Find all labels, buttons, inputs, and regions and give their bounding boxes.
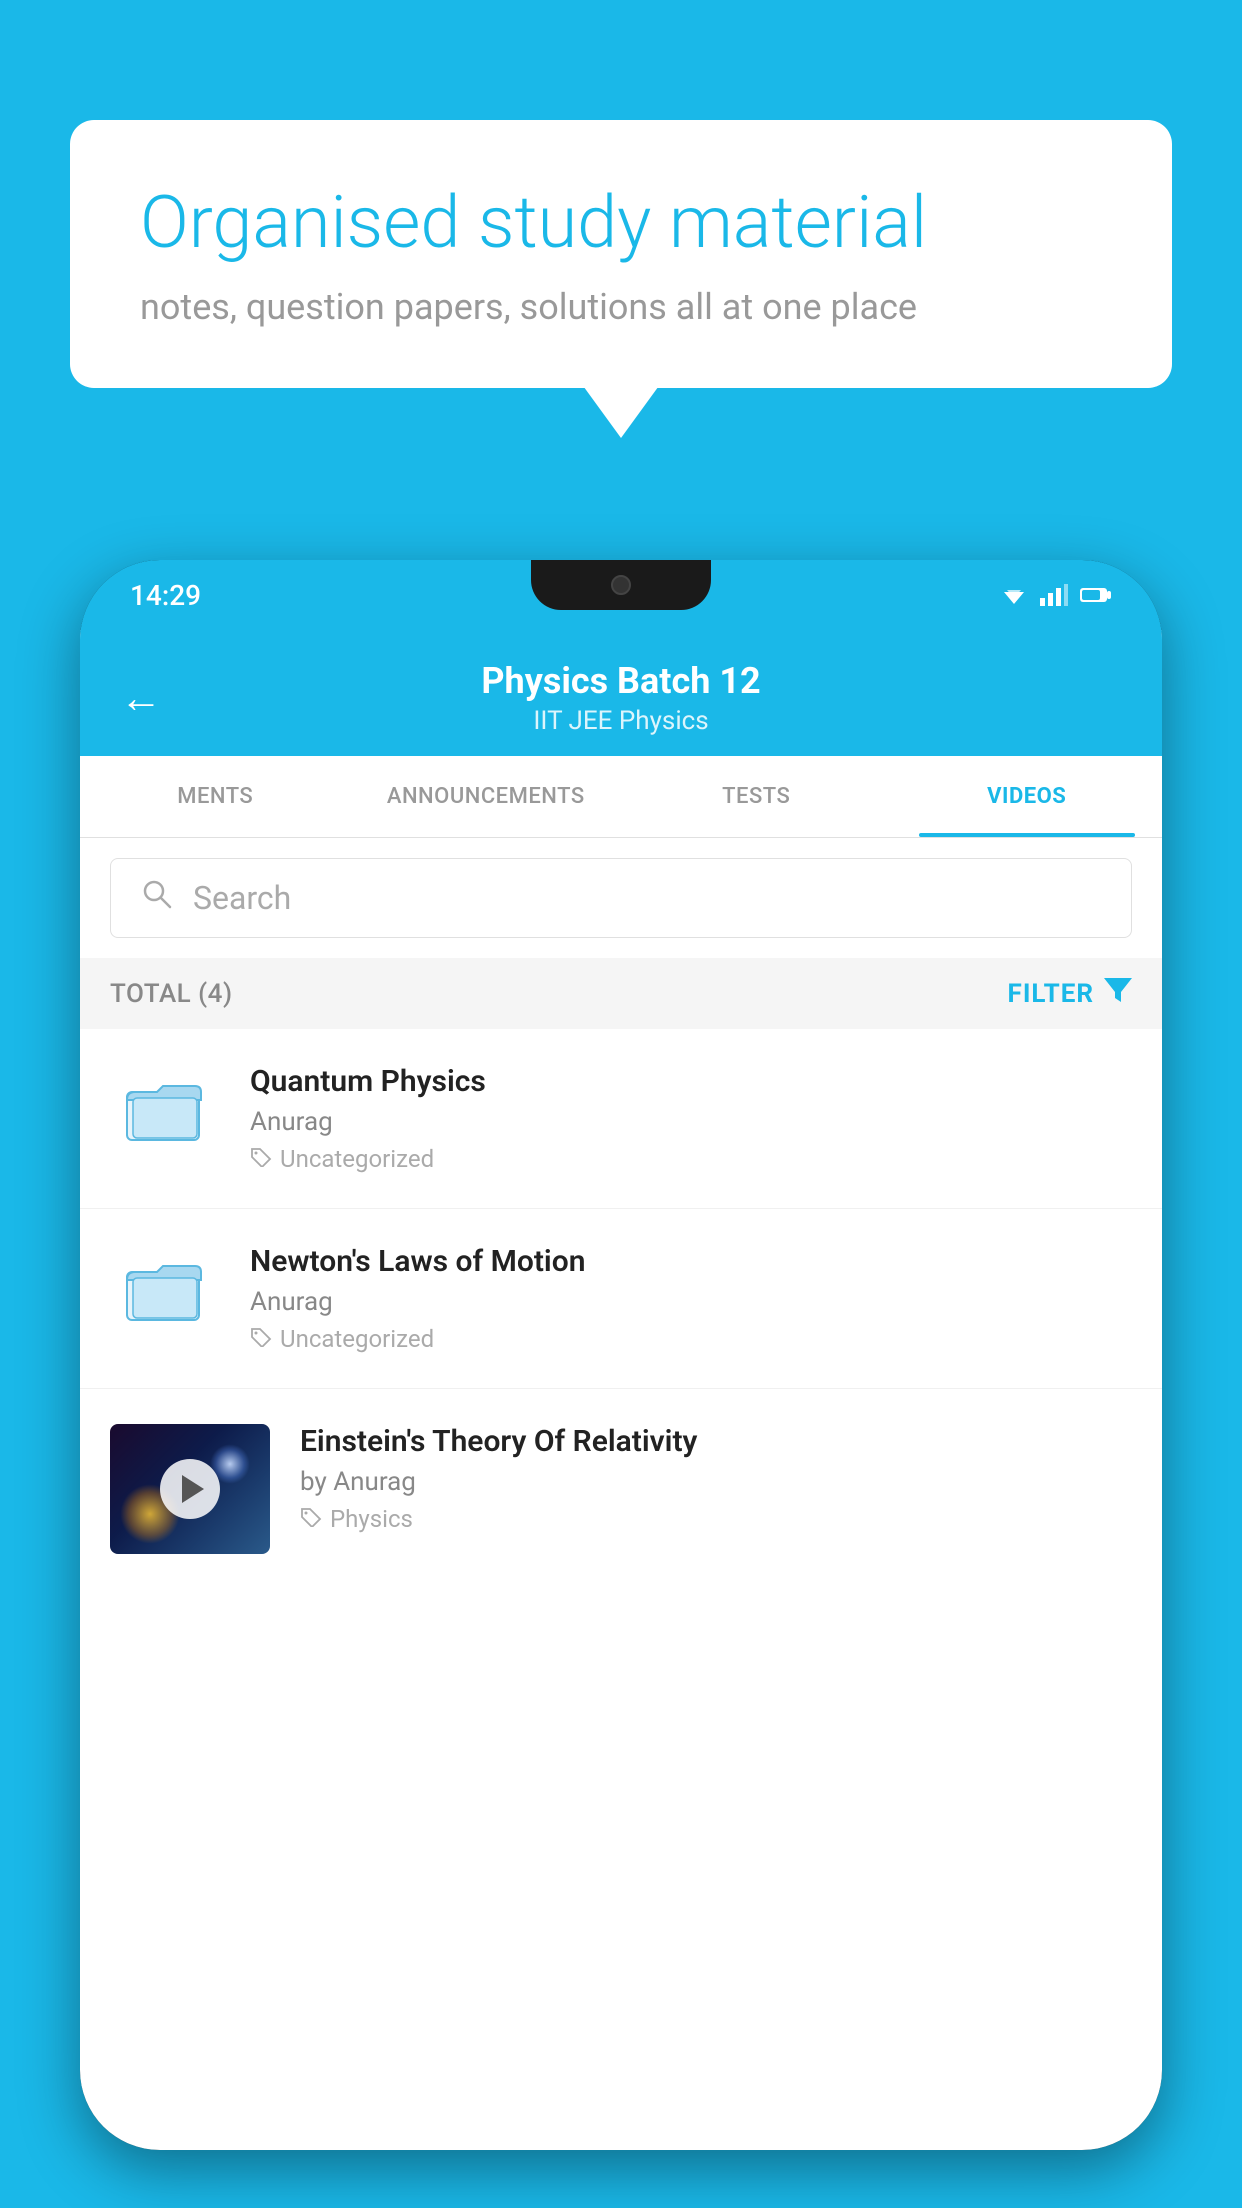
tabs: MENTS ANNOUNCEMENTS TESTS VIDEOS (80, 756, 1162, 838)
tag-icon-3 (300, 1505, 322, 1533)
folder-thumb-1 (110, 1064, 220, 1154)
video-author-2: Anurag (250, 1287, 1132, 1317)
tag-label-3: Physics (330, 1505, 413, 1533)
video-info-1: Quantum Physics Anurag Uncategorized (250, 1064, 1132, 1173)
header-subtitle: IIT JEE Physics (481, 706, 760, 736)
total-count: TOTAL (4) (110, 979, 233, 1009)
filter-icon (1104, 978, 1132, 1009)
status-time: 14:29 (130, 579, 201, 612)
list-item[interactable]: Quantum Physics Anurag Uncategorized (80, 1029, 1162, 1209)
video-info-3: Einstein's Theory Of Relativity by Anura… (300, 1424, 1132, 1533)
status-icons (1000, 584, 1112, 606)
video-tag-1: Uncategorized (250, 1145, 1132, 1173)
status-bar: 14:29 (80, 560, 1162, 630)
play-overlay (110, 1424, 270, 1554)
folder-icon (125, 1074, 205, 1144)
bubble-title: Organised study material (140, 180, 1102, 266)
video-info-2: Newton's Laws of Motion Anurag Uncategor… (250, 1244, 1132, 1353)
battery-icon (1080, 586, 1112, 604)
search-icon (141, 877, 173, 919)
play-button[interactable] (160, 1459, 220, 1519)
signal-icon (1040, 584, 1068, 606)
tab-ments[interactable]: MENTS (80, 756, 351, 837)
tab-videos[interactable]: VIDEOS (892, 756, 1163, 837)
filter-label: FILTER (1008, 979, 1094, 1009)
phone-frame: 14:29 (80, 560, 1162, 2150)
camera (611, 575, 631, 595)
tag-label-1: Uncategorized (280, 1145, 434, 1173)
video-title-2: Newton's Laws of Motion (250, 1244, 1132, 1279)
wifi-icon (1000, 584, 1028, 606)
tab-tests[interactable]: TESTS (621, 756, 892, 837)
filter-bar: TOTAL (4) FILTER (80, 958, 1162, 1029)
header-title: Physics Batch 12 (481, 660, 760, 702)
search-placeholder-text: Search (193, 879, 291, 917)
list-item[interactable]: Newton's Laws of Motion Anurag Uncategor… (80, 1209, 1162, 1389)
tag-icon-1 (250, 1145, 272, 1173)
video-title-1: Quantum Physics (250, 1064, 1132, 1099)
phone-screen: ← Physics Batch 12 IIT JEE Physics MENTS… (80, 630, 1162, 2150)
video-tag-2: Uncategorized (250, 1325, 1132, 1353)
list-item[interactable]: Einstein's Theory Of Relativity by Anura… (80, 1389, 1162, 1589)
tag-label-2: Uncategorized (280, 1325, 434, 1353)
tab-announcements[interactable]: ANNOUNCEMENTS (351, 756, 622, 837)
video-author-1: Anurag (250, 1107, 1132, 1137)
app-header: ← Physics Batch 12 IIT JEE Physics (80, 630, 1162, 756)
back-button[interactable]: ← (120, 674, 162, 723)
video-author-3: by Anurag (300, 1467, 1132, 1497)
video-title-3: Einstein's Theory Of Relativity (300, 1424, 1132, 1459)
video-thumbnail-3 (110, 1424, 270, 1554)
search-bar[interactable]: Search (110, 858, 1132, 938)
play-triangle-icon (182, 1475, 204, 1503)
speech-bubble: Organised study material notes, question… (70, 120, 1172, 388)
video-list: Quantum Physics Anurag Uncategorized (80, 1029, 1162, 1589)
video-tag-3: Physics (300, 1505, 1132, 1533)
speech-bubble-section: Organised study material notes, question… (70, 120, 1172, 388)
phone-container: 14:29 (80, 560, 1162, 2208)
search-container: Search (80, 838, 1162, 958)
bubble-subtitle: notes, question papers, solutions all at… (140, 286, 1102, 328)
header-title-group: Physics Batch 12 IIT JEE Physics (481, 660, 760, 736)
notch (531, 560, 711, 610)
filter-button[interactable]: FILTER (1008, 978, 1132, 1009)
tag-icon-2 (250, 1325, 272, 1353)
folder-thumb-2 (110, 1244, 220, 1334)
folder-icon (125, 1254, 205, 1324)
